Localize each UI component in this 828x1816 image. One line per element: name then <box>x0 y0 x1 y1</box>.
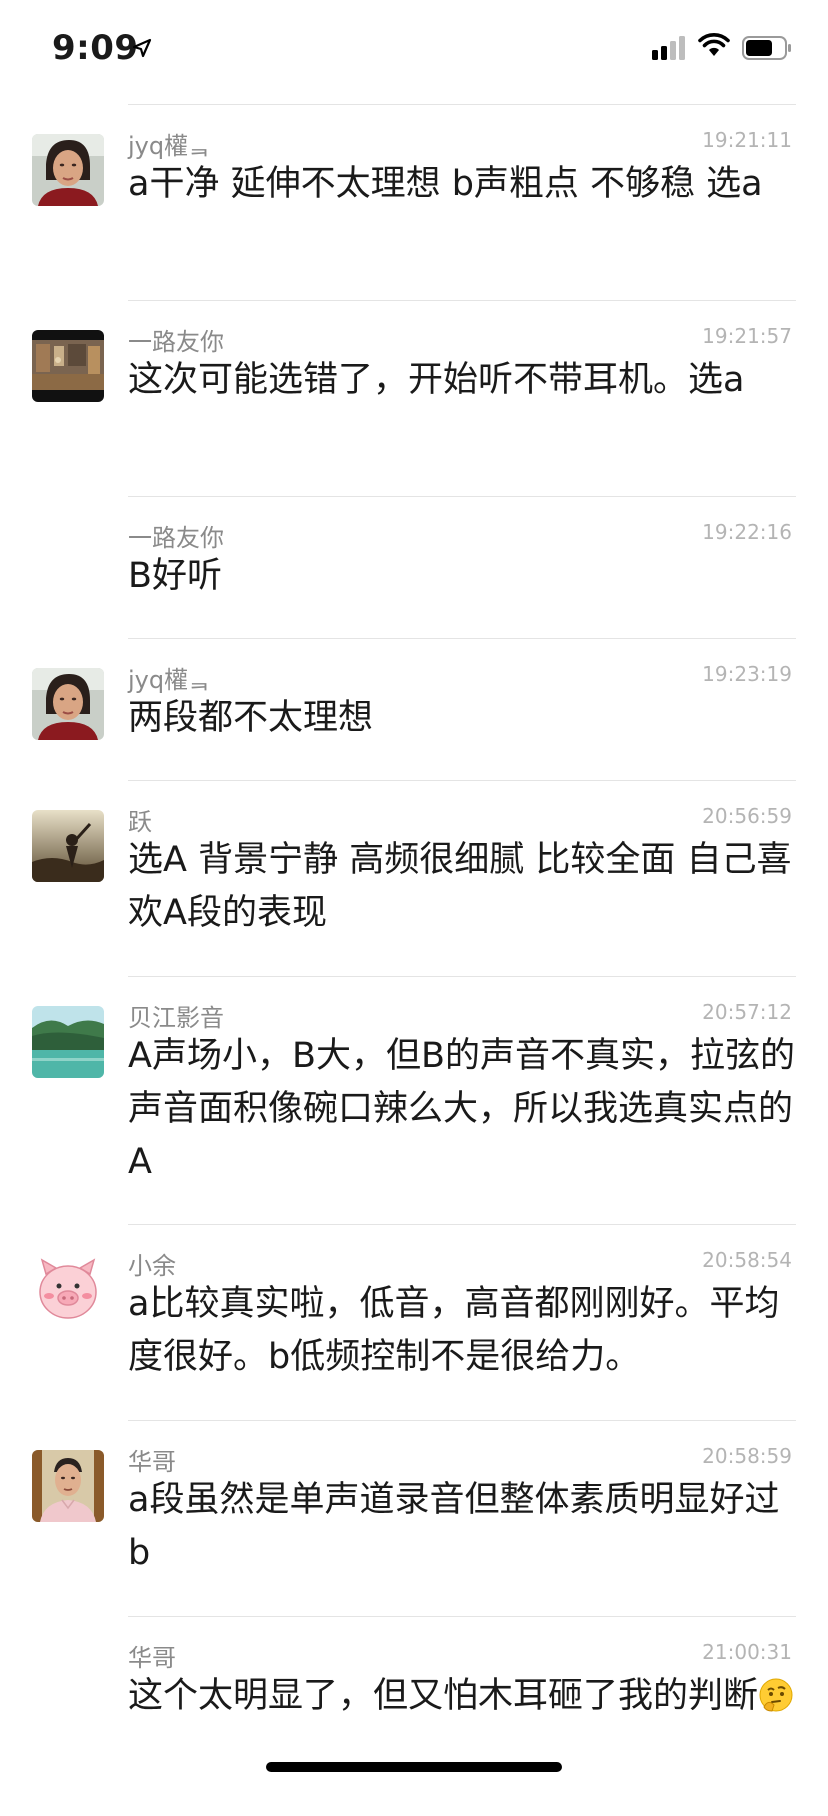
message-time: 21:00:31 <box>702 1640 792 1664</box>
divider <box>128 976 796 977</box>
message-text: 选A 背景宁静 高频很细腻 比较全面 自己喜欢A段的表现 <box>128 840 792 933</box>
home-indicator[interactable] <box>266 1762 562 1772</box>
sender-name: 华哥 <box>128 1644 176 1672</box>
woman-portrait-avatar[interactable] <box>32 668 104 740</box>
message-time: 19:21:57 <box>702 324 792 348</box>
status-time: 9:09 <box>52 28 139 68</box>
divider <box>128 1616 796 1617</box>
woman-portrait-avatar[interactable] <box>32 134 104 206</box>
message-text-content: 这个太明显了，但又怕木耳砸了我的判断 <box>128 1676 759 1716</box>
message-item[interactable]: 贝江影音 20:57:12 A声场小，B大，但B的声音不真实，拉弦的声音面积像碗… <box>0 976 828 1224</box>
message-time: 19:22:16 <box>702 520 792 544</box>
message-text: A声场小，B大，但B的声音不真实，拉弦的声音面积像碗口辣么大，所以我选真实点的A <box>128 1036 795 1182</box>
message-time: 20:58:59 <box>702 1444 792 1468</box>
message-time: 19:21:11 <box>702 128 792 152</box>
sender-name: 贝江影音 <box>128 1004 224 1032</box>
divider <box>128 300 796 301</box>
divider <box>128 1420 796 1421</box>
thinking-face-icon <box>758 1676 794 1729</box>
message-item[interactable]: 华哥 21:00:31 这个太明显了，但又怕木耳砸了我的判断 <box>0 1616 828 1816</box>
sender-name: 一路友你 <box>128 524 224 552</box>
message-text: a比较真实啦，低音，高音都刚刚好。平均度很好。b低频控制不是很给力。 <box>128 1284 780 1377</box>
sender-name: 小余 <box>128 1252 176 1280</box>
battery-icon <box>742 36 791 60</box>
message-item[interactable]: jyq權ᆿ 19:21:11 a干净 延伸不太理想 b声粗点 不够稳 选a <box>0 104 828 300</box>
sunset-silhouette-avatar[interactable] <box>32 810 104 882</box>
message-item[interactable]: 一路友你 19:21:57 这次可能选错了，开始听不带耳机。选a <box>0 300 828 496</box>
cellular-signal-icon <box>652 36 685 60</box>
divider <box>128 104 796 105</box>
sender-name: 华哥 <box>128 1448 176 1476</box>
pig-cartoon-avatar[interactable] <box>32 1254 104 1326</box>
message-item[interactable]: 一路友你 19:22:16 B好听 <box>0 496 828 638</box>
message-text: a段虽然是单声道录音但整体素质明显好过b <box>128 1480 780 1573</box>
message-text: a干净 延伸不太理想 b声粗点 不够稳 选a <box>128 164 763 204</box>
river-landscape-avatar[interactable] <box>32 1006 104 1078</box>
sender-name: 跃 <box>128 808 152 836</box>
message-time: 20:57:12 <box>702 1000 792 1024</box>
man-portrait-avatar[interactable] <box>32 1450 104 1522</box>
divider <box>128 1224 796 1225</box>
divider <box>128 638 796 639</box>
message-text: 两段都不太理想 <box>128 698 374 738</box>
message-item[interactable]: 跃 20:56:59 选A 背景宁静 高频很细腻 比较全面 自己喜欢A段的表现 <box>0 780 828 976</box>
message-text: B好听 <box>128 556 223 596</box>
divider <box>128 496 796 497</box>
sender-name: jyq權ᆿ <box>128 132 211 160</box>
wifi-icon <box>698 33 730 56</box>
sender-name: jyq權ᆿ <box>128 666 211 694</box>
message-feed[interactable]: jyq權ᆿ 19:21:11 a干净 延伸不太理想 b声粗点 不够稳 选a 一路… <box>0 104 828 1816</box>
message-text: 这次可能选错了，开始听不带耳机。选a <box>128 360 745 400</box>
message-item[interactable]: jyq權ᆿ 19:23:19 两段都不太理想 <box>0 638 828 780</box>
message-item[interactable]: 小余 20:58:54 a比较真实啦，低音，高音都刚刚好。平均度很好。b低频控制… <box>0 1224 828 1420</box>
divider <box>128 780 796 781</box>
message-time: 20:58:54 <box>702 1248 792 1272</box>
message-time: 19:23:19 <box>702 662 792 686</box>
room-photo-avatar[interactable] <box>32 330 104 402</box>
message-text: 这个太明显了，但又怕木耳砸了我的判断 <box>128 1670 796 1729</box>
message-item[interactable]: 华哥 20:58:59 a段虽然是单声道录音但整体素质明显好过b <box>0 1420 828 1616</box>
status-bar: 9:09 <box>0 0 828 96</box>
location-arrow-icon <box>132 38 152 58</box>
message-time: 20:56:59 <box>702 804 792 828</box>
sender-name: 一路友你 <box>128 328 224 356</box>
